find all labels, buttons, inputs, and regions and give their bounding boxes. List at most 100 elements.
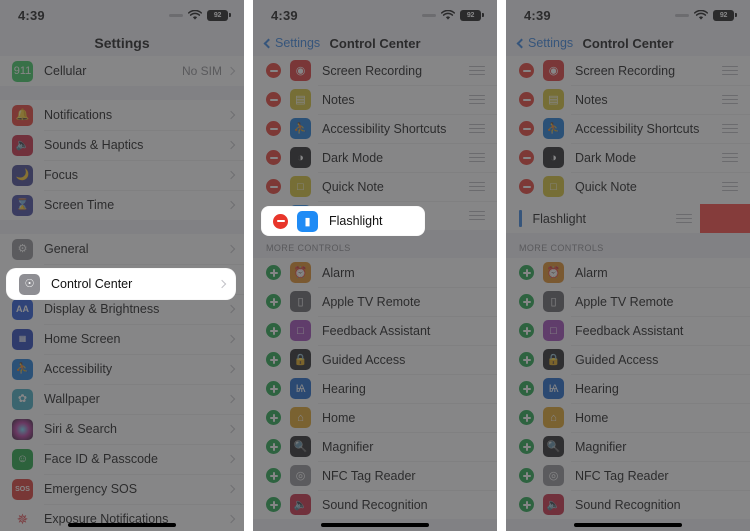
cc-row-feedback-assistant[interactable]: □ Feedback Assistant [506,316,750,345]
swiped-row-flashlight[interactable]: Flashlight [506,204,750,233]
cc-row-quick-note[interactable]: □ Quick Note [253,172,497,201]
remove-badge-icon[interactable] [519,150,534,165]
sidebar-item-accessibility[interactable]: ⛹ Accessibility [0,354,244,384]
remove-badge-icon[interactable] [266,92,281,107]
cc-row-apple-tv-remote[interactable]: ▯ Apple TV Remote [506,287,750,316]
drag-handle-icon[interactable] [722,94,738,105]
cc-row-sound-recognition[interactable]: 🔈 Sound Recognition [506,490,750,519]
cc-row-notes[interactable]: ▤ Notes [506,85,750,114]
more-controls-group: ⏰ Alarm ▯ Apple TV Remote □ Feedback Ass… [506,258,750,519]
sidebar-item-sounds-haptics[interactable]: 🔈 Sounds & Haptics [0,130,244,160]
row-label: Cellular [44,64,87,78]
add-badge-icon[interactable] [266,352,281,367]
back-button[interactable]: Settings [263,36,320,50]
add-badge-icon[interactable] [519,352,534,367]
remove-badge-icon[interactable] [266,179,281,194]
add-badge-icon[interactable] [266,439,281,454]
drag-handle-icon[interactable] [469,65,485,76]
add-badge-icon[interactable] [266,497,281,512]
cc-row-accessibility-shortcuts[interactable]: ⛹ Accessibility Shortcuts [506,114,750,143]
sidebar-item-notifications[interactable]: 🔔 Notifications [0,100,244,130]
cc-row-label: Apple TV Remote [575,294,674,309]
cc-row-hearing[interactable]: Ѩ Hearing [506,374,750,403]
sidebar-item-general[interactable]: ⚙ General [0,234,244,264]
add-badge-icon[interactable] [519,381,534,396]
alarm-icon: ⏰ [543,262,564,283]
cc-row-nfc-tag-reader[interactable]: ◎ NFC Tag Reader [506,461,750,490]
general-icon: ⚙ [12,238,33,260]
sidebar-item-screen-time[interactable]: ⌛ Screen Time [0,190,244,220]
cc-row-guided-access[interactable]: 🔒 Guided Access [253,345,497,374]
cc-row-hearing[interactable]: Ѩ Hearing [253,374,497,403]
add-badge-icon[interactable] [519,410,534,425]
drag-handle-icon[interactable] [722,65,738,76]
highlighted-cc-row-flashlight[interactable]: ▮ Flashlight [262,207,424,235]
drag-handle-icon[interactable] [676,213,692,224]
add-badge-icon[interactable] [266,381,281,396]
remove-badge-icon[interactable] [519,179,534,194]
add-badge-icon[interactable] [266,265,281,280]
add-badge-icon[interactable] [266,323,281,338]
cc-row-sound-recognition[interactable]: 🔈 Sound Recognition [253,490,497,519]
row-label: Home Screen [44,332,121,346]
cc-row-dark-mode[interactable]: ◑ Dark Mode [506,143,750,172]
remove-badge-icon[interactable] [266,63,281,78]
cc-row-guided-access[interactable]: 🔒 Guided Access [506,345,750,374]
status-bar-1: 4:39 92 [0,0,244,30]
cc-row-home[interactable]: ⌂ Home [253,403,497,432]
drag-handle-icon[interactable] [469,123,485,134]
cc-row-notes[interactable]: ▤ Notes [253,85,497,114]
cc-row-screen-recording[interactable]: ◉ Screen Recording [253,56,497,85]
add-badge-icon[interactable] [519,323,534,338]
sidebar-item-wallpaper[interactable]: ✿ Wallpaper [0,384,244,414]
add-badge-icon[interactable] [519,497,534,512]
cc-row-apple-tv-remote[interactable]: ▯ Apple TV Remote [253,287,497,316]
remove-badge-icon[interactable] [519,92,534,107]
remove-badge-icon[interactable] [273,213,288,229]
remove-badge-icon[interactable] [266,121,281,136]
cc-row-feedback-assistant[interactable]: □ Feedback Assistant [253,316,497,345]
remove-badge-icon[interactable] [266,150,281,165]
drag-handle-icon[interactable] [722,152,738,163]
cc-row-quick-note[interactable]: □ Quick Note [506,172,750,201]
cc-row-home[interactable]: ⌂ Home [506,403,750,432]
sidebar-item-focus[interactable]: 🌙 Focus [0,160,244,190]
cc-row-alarm[interactable]: ⏰ Alarm [506,258,750,287]
drag-handle-icon[interactable] [722,123,738,134]
sidebar-item-face-id-passcode[interactable]: ☺ Face ID & Passcode [0,444,244,474]
sidebar-item-cellular[interactable]: 911 Cellular No SIM [0,56,244,86]
chevron-right-icon [226,424,236,434]
cc-row-screen-recording[interactable]: ◉ Screen Recording [506,56,750,85]
drag-handle-icon[interactable] [469,152,485,163]
remove-action-background[interactable] [700,204,750,233]
drag-handle-icon[interactable] [469,94,485,105]
sidebar-item-emergency-sos[interactable]: SOS Emergency SOS [0,474,244,504]
add-badge-icon[interactable] [266,468,281,483]
cc-row-magnifier[interactable]: 🔍 Magnifier [253,432,497,461]
drag-handle-icon[interactable] [722,181,738,192]
highlighted-sidebar-item-control-center[interactable]: ☉ Control Center [7,269,235,299]
add-badge-icon[interactable] [519,468,534,483]
sidebar-item-home-screen[interactable]: ▦ Home Screen [0,324,244,354]
drag-handle-icon[interactable] [469,210,485,221]
cc-row-label: NFC Tag Reader [322,468,416,483]
add-badge-icon[interactable] [519,265,534,280]
nfc-tag-reader-icon: ◎ [290,465,311,486]
control-center-icon: ☉ [19,273,40,295]
remove-badge-icon[interactable] [519,121,534,136]
cc-row-nfc-tag-reader[interactable]: ◎ NFC Tag Reader [253,461,497,490]
sidebar-item-siri-search[interactable]: Siri & Search [0,414,244,444]
cc-row-alarm[interactable]: ⏰ Alarm [253,258,497,287]
drag-handle-icon[interactable] [469,181,485,192]
add-badge-icon[interactable] [519,439,534,454]
remove-badge-icon[interactable] [519,63,534,78]
back-button[interactable]: Settings [516,36,573,50]
emergency-sos-icon: SOS [12,478,33,500]
cc-row-magnifier[interactable]: 🔍 Magnifier [506,432,750,461]
add-badge-icon[interactable] [519,294,534,309]
cc-row-accessibility-shortcuts[interactable]: ⛹ Accessibility Shortcuts [253,114,497,143]
chevron-right-icon [226,110,236,120]
cc-row-dark-mode[interactable]: ◑ Dark Mode [253,143,497,172]
add-badge-icon[interactable] [266,294,281,309]
add-badge-icon[interactable] [266,410,281,425]
